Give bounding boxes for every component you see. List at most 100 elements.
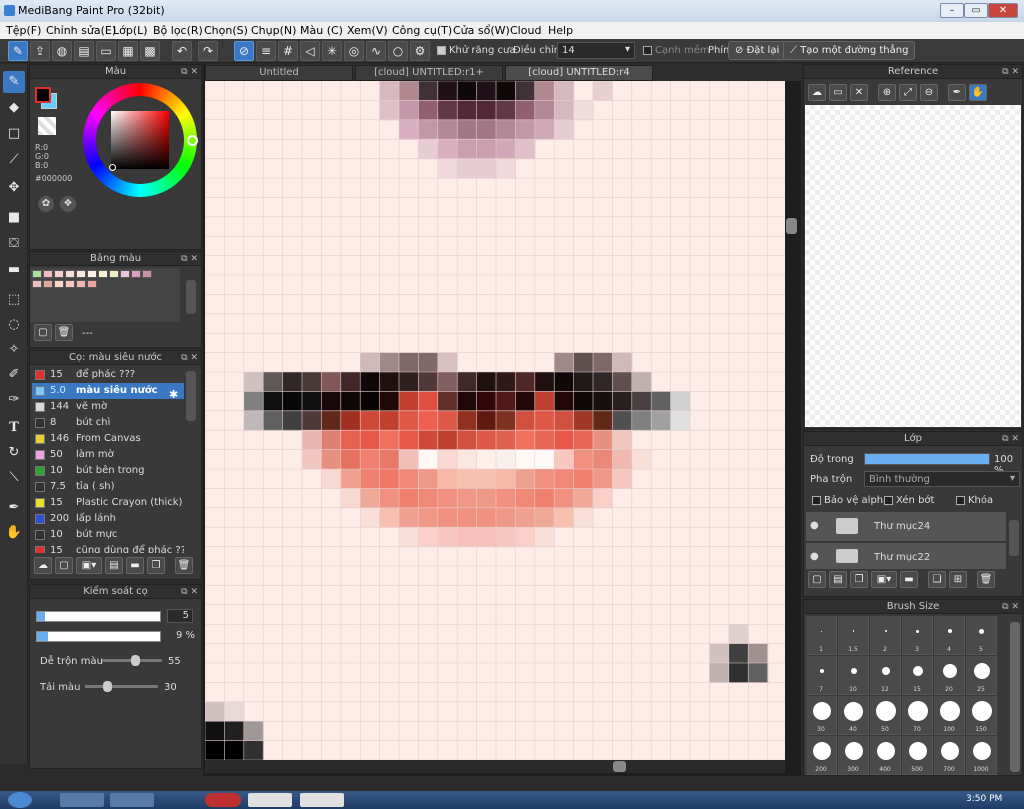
smudge-tool-icon[interactable]: ⟋ (3, 149, 25, 171)
soft-edge-toggle[interactable]: Cạnh mềm (643, 45, 710, 56)
reference-close-icon[interactable]: ✕ (850, 84, 868, 101)
brush-size-slider[interactable] (36, 611, 161, 622)
layer-row[interactable]: ● Thư mục22 (806, 543, 1006, 569)
brush-item[interactable]: 50 làm mờ (32, 447, 184, 463)
menu-snap[interactable]: Chụp(N) (251, 24, 296, 37)
brush-item[interactable]: 10 bút bên trong (32, 463, 184, 479)
color-handle[interactable] (109, 164, 116, 171)
brush-copy-icon[interactable]: ❐ (147, 557, 165, 574)
reference-eyedropper-icon[interactable]: ✒ (948, 84, 966, 101)
select-pen-tool-icon[interactable]: ✐ (3, 364, 25, 386)
brush-properties-icon[interactable]: ▤ (105, 557, 123, 574)
maximize-button[interactable]: ▭ (964, 3, 988, 18)
brush-size-cell[interactable]: 12 (870, 656, 901, 695)
palette-swatch[interactable] (76, 280, 86, 288)
brush-size-cell[interactable]: 1000 (966, 736, 997, 775)
palette-swatch[interactable] (43, 270, 53, 278)
palette-swatch[interactable] (43, 280, 53, 288)
brush-size-cell[interactable]: 500 (902, 736, 933, 775)
panel-close-icon[interactable]: ⧉ ✕ (1002, 600, 1019, 614)
palette-swatch[interactable] (54, 280, 64, 288)
export-icon[interactable]: ⇪ (30, 41, 50, 61)
drawing-canvas[interactable] (205, 81, 785, 760)
eyedropper-tool-icon[interactable]: ✒ (3, 497, 25, 519)
protect-alpha-checkbox[interactable] (812, 495, 821, 505)
palette-swatch[interactable] (98, 270, 108, 278)
new-layer-properties-icon[interactable]: ▤ (829, 571, 847, 588)
panel-icon[interactable]: ▩ (140, 41, 160, 61)
brush-add-cloud-icon[interactable]: ☁ (34, 557, 52, 574)
canvas-horizontal-scrollbar[interactable] (613, 761, 626, 772)
perspective-snap-icon[interactable]: ◁ (300, 41, 320, 61)
adjust-select[interactable]: 14 ▾ (557, 42, 635, 59)
layer-delete-icon[interactable]: 🗑 (977, 571, 995, 588)
brush-size-cell[interactable]: 10 (838, 656, 869, 695)
menu-color[interactable]: Màu (C) (300, 24, 343, 37)
amount-knob[interactable] (102, 681, 112, 692)
panel-close-icon[interactable]: ⧉ ✕ (181, 65, 198, 79)
radial-snap-icon[interactable]: ✳ (322, 41, 342, 61)
brush-size-cell[interactable]: 70 (902, 696, 933, 735)
clipping-checkbox[interactable] (884, 495, 893, 505)
speech-bubble-icon[interactable]: ◍ (52, 41, 72, 61)
new-folder-icon[interactable]: ▬ (900, 571, 918, 588)
layer-merge-icon[interactable]: ⊞ (949, 571, 967, 588)
foreground-color-swatch[interactable] (35, 87, 51, 103)
transparent-color-swatch[interactable] (38, 117, 56, 135)
panel-close-icon[interactable]: ⧉ ✕ (1002, 65, 1019, 79)
menu-help[interactable]: Help (548, 24, 573, 37)
new-layer-icon[interactable]: ▢ (808, 571, 826, 588)
brush-item[interactable]: 146 From Canvas (32, 431, 184, 447)
straight-line-button[interactable]: ⟋ Tạo một đường thẳng (783, 41, 916, 60)
menu-file[interactable]: Tệp(F) (6, 24, 41, 37)
protect-alpha-toggle[interactable]: Bảo vệ alpha (812, 495, 889, 506)
brush-size-cell[interactable]: 3 (902, 616, 933, 655)
panel-close-icon[interactable]: ⧉ ✕ (181, 351, 198, 365)
gradient-tool-icon[interactable]: ▬ (3, 259, 25, 281)
brush-size-cell[interactable]: 100 (934, 696, 965, 735)
palette-swatch[interactable] (32, 280, 42, 288)
palette-swatch[interactable] (87, 280, 97, 288)
reset-button[interactable]: ⊘ Đặt lại (728, 41, 787, 60)
taskbar-app-icon[interactable] (248, 793, 292, 807)
brush-size-cell[interactable]: 1 (806, 616, 837, 655)
reference-open-icon[interactable]: ▭ (829, 84, 847, 101)
snap-off-icon[interactable]: ⊘ (234, 41, 254, 61)
clipping-toggle[interactable]: Xén bớt (884, 495, 934, 506)
menu-edit[interactable]: Chỉnh sửa(E) (46, 24, 116, 37)
tab-cloud-r1[interactable]: [cloud] UNTITLED:r1+ (355, 65, 503, 81)
saturation-value-square[interactable] (111, 111, 169, 169)
text-tool-icon[interactable]: T (3, 417, 25, 439)
curve-snap-icon[interactable]: ∿ (366, 41, 386, 61)
brush-size-cell[interactable]: 5 (966, 616, 997, 655)
minimize-button[interactable]: – (940, 3, 964, 18)
menu-cloud[interactable]: Cloud (510, 24, 541, 37)
reference-canvas[interactable] (805, 105, 1021, 427)
magic-wand-tool-icon[interactable]: ✧ (3, 339, 25, 361)
brush-scrollbar[interactable] (186, 371, 196, 421)
brush-delete-icon[interactable]: 🗑 (175, 557, 193, 574)
brush-size-cell[interactable]: 4 (934, 616, 965, 655)
palette-swatch[interactable] (131, 270, 141, 278)
visibility-eye-icon[interactable]: ● (810, 551, 819, 562)
brush-size-cell[interactable]: 30 (806, 696, 837, 735)
brush-size-cell[interactable]: 2 (870, 616, 901, 655)
close-button[interactable]: ✕ (988, 3, 1018, 18)
grid-snap-icon[interactable]: # (278, 41, 298, 61)
palette-icon[interactable]: ✿ (38, 196, 54, 212)
brush-size-cell[interactable]: 300 (838, 736, 869, 775)
circle-snap-icon[interactable]: ○ (388, 41, 408, 61)
brush-size-cell[interactable]: 700 (934, 736, 965, 775)
soft-edge-checkbox[interactable] (643, 45, 652, 55)
taskbar-app-icon[interactable] (205, 793, 241, 807)
palette-swatch[interactable] (109, 270, 119, 278)
color-picker-icon[interactable]: ❖ (60, 196, 76, 212)
brush-item[interactable]: 144 vẽ mờ (32, 399, 184, 415)
snap-settings-icon[interactable]: ⚙ (410, 41, 430, 61)
palette-swatch[interactable] (32, 270, 42, 278)
palette-swatch[interactable] (76, 270, 86, 278)
hue-handle[interactable] (187, 135, 198, 146)
delete-palette-icon[interactable]: 🗑 (55, 324, 73, 341)
menu-select[interactable]: Chọn(S) (204, 24, 248, 37)
menu-window[interactable]: Cửa sổ(W) (453, 24, 510, 37)
